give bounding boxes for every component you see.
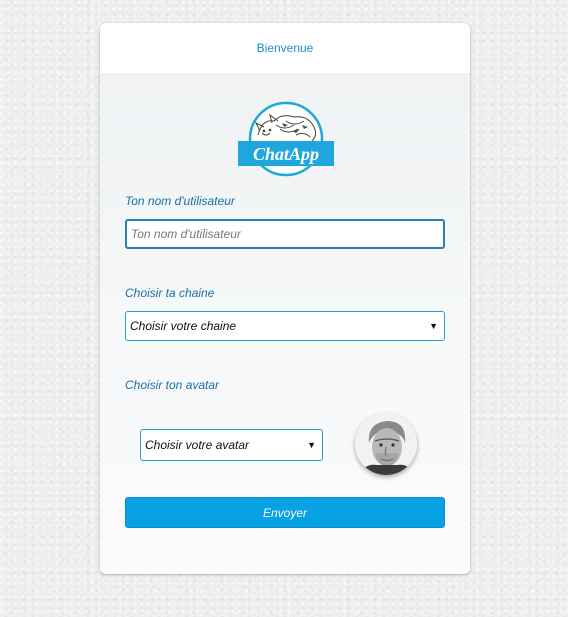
card-header: Bienvenue [100,23,470,73]
channel-select[interactable]: Choisir votre chaine ▼ [125,311,445,341]
username-input[interactable] [125,219,445,249]
login-card: Bienvenue ChatApp Ton nom d'utilisateur … [100,23,470,574]
avatar-select[interactable]: Choisir votre avatar ▼ [140,429,323,461]
channel-label: Choisir ta chaine [125,286,215,300]
header-title: Bienvenue [256,41,314,55]
channel-select-value: Choisir votre chaine [130,319,237,333]
avatar-preview [355,413,417,475]
avatar-select-value: Choisir votre avatar [145,438,250,452]
avatar-photo-icon [355,413,417,475]
dropdown-arrow-icon: ▼ [307,440,316,450]
username-label: Ton nom d'utilisateur [125,194,235,208]
avatar-label: Choisir ton avatar [125,378,220,392]
logo-text: ChatApp [253,144,319,164]
dropdown-arrow-icon: ▼ [429,321,438,331]
cat-logo-icon: ChatApp [238,101,334,177]
submit-button[interactable]: Envoyer [125,497,445,528]
chatapp-logo: ChatApp [236,101,336,177]
